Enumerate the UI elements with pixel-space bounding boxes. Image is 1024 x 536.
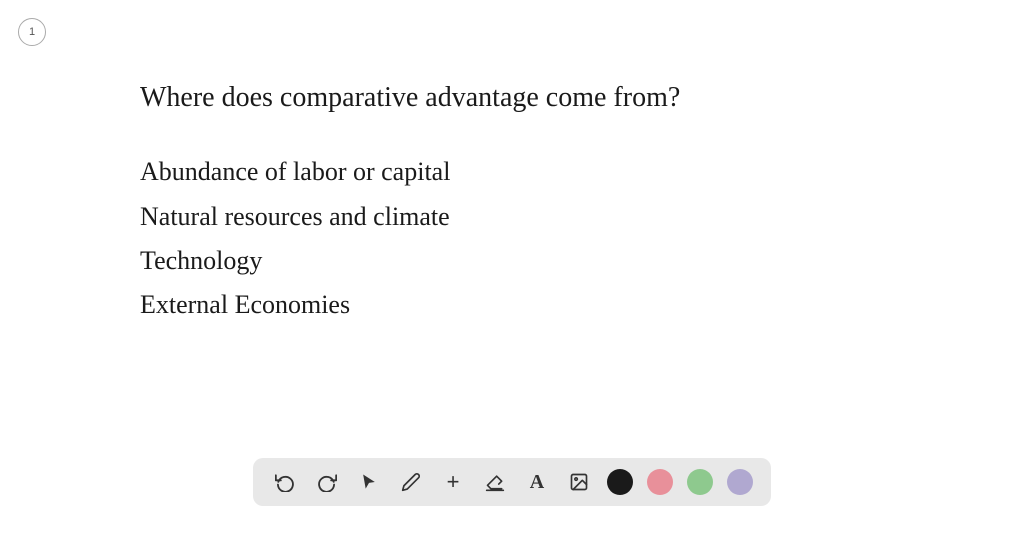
color-green-button[interactable] [687,469,713,495]
plus-icon: + [447,471,460,493]
undo-icon [275,472,295,492]
image-button[interactable] [565,468,593,496]
list-item: Natural resources and climate [140,197,884,237]
select-button[interactable] [355,468,383,496]
color-black-button[interactable] [607,469,633,495]
text-icon: A [530,471,544,494]
cursor-icon [359,472,379,492]
text-button[interactable]: A [523,468,551,496]
pencil-icon [401,472,421,492]
image-icon [569,472,589,492]
eraser-icon [485,472,505,492]
eraser-button[interactable] [481,468,509,496]
add-button[interactable]: + [439,468,467,496]
toolbar: + A [253,458,771,506]
color-lavender-button[interactable] [727,469,753,495]
slide-title: Where does comparative advantage come fr… [140,80,884,116]
slide-content: Where does comparative advantage come fr… [140,80,884,330]
list-item: Abundance of labor or capital [140,152,884,192]
list-item: External Economies [140,285,884,325]
undo-button[interactable] [271,468,299,496]
color-pink-button[interactable] [647,469,673,495]
slide-number: 1 [18,18,46,46]
redo-icon [317,472,337,492]
list-item: Technology [140,241,884,281]
draw-button[interactable] [397,468,425,496]
bullet-list: Abundance of labor or capital Natural re… [140,152,884,325]
redo-button[interactable] [313,468,341,496]
